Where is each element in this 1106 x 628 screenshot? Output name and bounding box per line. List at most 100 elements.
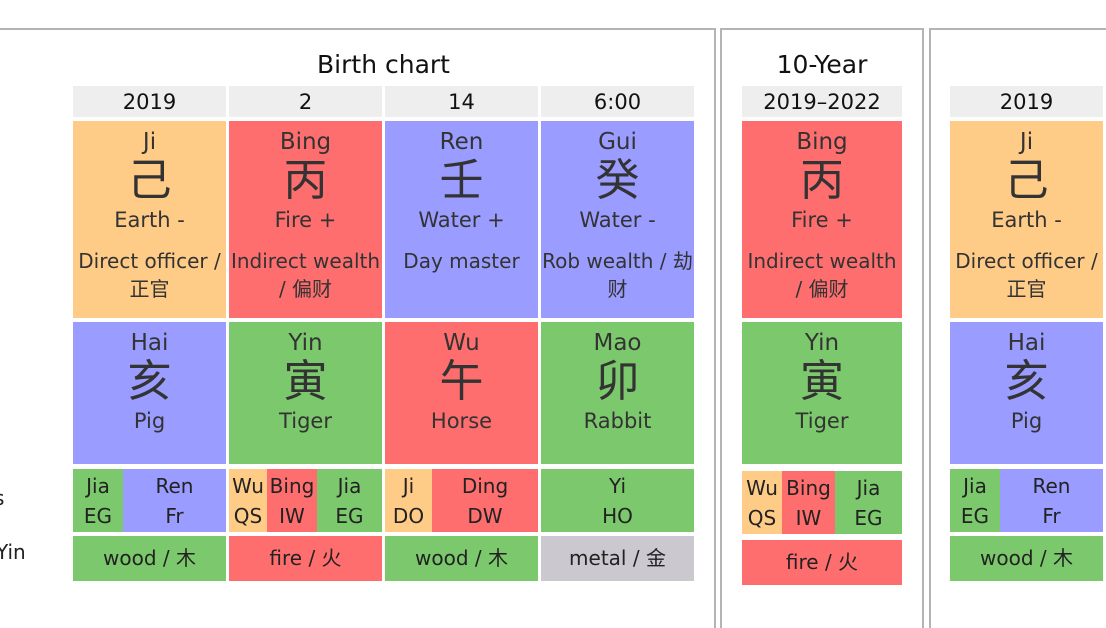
earthly-branch-cell: Mao 卯 Rabbit	[541, 322, 694, 464]
nayin-element: fire / 火	[229, 536, 382, 581]
hidden-stem-name: Jia	[963, 474, 987, 498]
ten-year-title: 10-Year	[776, 50, 868, 79]
stem-pinyin: Bing	[796, 129, 848, 155]
branch-character: 寅	[800, 356, 844, 407]
stem-element: Water -	[579, 208, 656, 232]
branch-character: 卯	[595, 356, 640, 407]
hidden-stem-name: Yi	[608, 474, 627, 498]
stem-ten-god: Day master	[403, 249, 520, 273]
stem-pinyin: Ji	[1019, 129, 1034, 155]
hidden-stem-god: EG	[854, 506, 883, 530]
stem-ten-god: Direct officer / 正官	[955, 249, 1098, 301]
row-label-nayin: Yin	[0, 540, 26, 564]
nayin-element: wood / 木	[950, 536, 1103, 581]
hidden-stem-god: Fr	[1042, 504, 1061, 528]
earthly-branch-cell: Hai 亥 Pig	[73, 322, 226, 464]
hidden-stem-god: IW	[795, 506, 822, 530]
stem-character: 壬	[439, 155, 484, 206]
pillar-header: 2019	[73, 86, 226, 117]
stem-character: 丙	[283, 155, 328, 206]
hidden-stem: Jia EG	[73, 469, 123, 532]
hidden-stem-god: QS	[233, 504, 263, 528]
earthly-branch-cell: Wu 午 Horse	[385, 322, 538, 464]
pillar-header: 2	[229, 86, 382, 117]
hidden-stem-god: Fr	[165, 504, 184, 528]
hidden-stem-name: Wu	[746, 476, 778, 500]
hidden-stem-name: Jia	[86, 474, 110, 498]
heavenly-stem-cell: Bing 丙 Fire + Indirect wealth / 偏财	[229, 121, 382, 318]
hidden-stem-god: EG	[83, 504, 113, 528]
hidden-stem-name: Wu	[232, 474, 264, 498]
hidden-stem: Jia EG	[950, 469, 1000, 532]
hidden-stem-god: EG	[960, 504, 990, 528]
hidden-stem-name: Jia	[337, 474, 362, 498]
nayin-element: wood / 木	[385, 536, 538, 581]
stem-ten-god: Direct officer / 正官	[78, 249, 221, 301]
branch-pinyin: Yin	[804, 330, 840, 356]
row-label-hidden-stems: s	[0, 486, 4, 510]
stem-element: Earth -	[114, 208, 185, 232]
hidden-stem-name: Bing	[269, 474, 315, 498]
pillar-header: 2019	[950, 86, 1103, 117]
stem-ten-god: Indirect wealth / 偏财	[230, 249, 381, 301]
branch-pinyin: Hai	[1007, 330, 1046, 356]
earthly-branch-cell: Yin 寅 Tiger	[229, 322, 382, 464]
branch-animal: Tiger	[279, 409, 332, 433]
heavenly-stem-cell: Ji 己 Earth - Direct officer / 正官	[73, 121, 226, 318]
branch-character: 午	[439, 356, 484, 407]
stem-element: Fire +	[274, 208, 337, 232]
branch-pinyin: Yin	[288, 330, 323, 356]
hidden-stem-god: IW	[279, 504, 305, 528]
heavenly-stem-cell: Ji 己 Earth - Direct officer / 正官	[950, 121, 1103, 318]
branch-pinyin: Wu	[443, 330, 480, 356]
hidden-stem-god: DW	[467, 504, 503, 528]
stem-pinyin: Ren	[439, 129, 484, 155]
hidden-stem: Bing IW	[782, 471, 835, 534]
nayin-element: wood / 木	[73, 536, 226, 581]
hidden-stem: Ding DW	[432, 469, 538, 532]
hidden-stem: Wu QS	[229, 469, 267, 532]
heavenly-stem-cell: Ren 壬 Water + Day master	[385, 121, 538, 318]
pillar-header: 14	[385, 86, 538, 117]
branch-character: 亥	[1004, 356, 1049, 407]
hidden-stem-name: Ren	[1032, 474, 1071, 498]
stem-ten-god: Rob wealth / 劫财	[542, 249, 693, 301]
hidden-stem: Ji DO	[385, 469, 432, 532]
hidden-stem-god: DO	[392, 504, 425, 528]
hidden-stem-name: Ji	[402, 474, 415, 498]
hidden-stem-name: Ding	[461, 474, 509, 498]
branch-character: 寅	[283, 356, 328, 407]
branch-pinyin: Hai	[130, 330, 169, 356]
branch-animal: Tiger	[795, 409, 849, 433]
hidden-stem-name: Bing	[786, 476, 831, 500]
branch-character: 亥	[127, 356, 172, 407]
hidden-stem-god: HO	[602, 504, 633, 528]
hidden-stem: Ren Fr	[123, 469, 226, 532]
stem-element: Earth -	[991, 208, 1062, 232]
hidden-stem: Bing IW	[267, 469, 317, 532]
stem-character: 己	[127, 155, 172, 206]
hidden-stem-name: Ren	[155, 474, 194, 498]
hidden-stem: Jia EG	[317, 469, 382, 532]
hidden-stem: Wu QS	[742, 471, 782, 534]
nayin-element: metal / 金	[541, 536, 694, 581]
pillar-header: 6:00	[541, 86, 694, 117]
stem-element: Water +	[418, 208, 505, 232]
branch-animal: Horse	[430, 409, 493, 433]
hidden-stem-god: QS	[747, 506, 777, 530]
stem-character: 癸	[595, 155, 640, 206]
branch-animal: Pig	[133, 409, 166, 433]
earthly-branch-cell: Hai 亥 Pig	[950, 322, 1103, 464]
pillar-header: 2019–2022	[742, 86, 902, 117]
hidden-stem-god: EG	[335, 504, 364, 528]
earthly-branch-cell: Yin 寅 Tiger	[742, 322, 902, 464]
hidden-stem: Jia EG	[835, 471, 902, 534]
stem-character: 己	[1004, 155, 1049, 206]
birth-chart-title: Birth chart	[317, 50, 450, 79]
stem-ten-god: Indirect wealth / 偏财	[747, 249, 897, 301]
heavenly-stem-cell: Bing 丙 Fire + Indirect wealth / 偏财	[742, 121, 902, 318]
stem-pinyin: Bing	[279, 129, 332, 155]
branch-animal: Pig	[1010, 409, 1043, 433]
stem-pinyin: Ji	[142, 129, 157, 155]
heavenly-stem-cell: Gui 癸 Water - Rob wealth / 劫财	[541, 121, 694, 318]
